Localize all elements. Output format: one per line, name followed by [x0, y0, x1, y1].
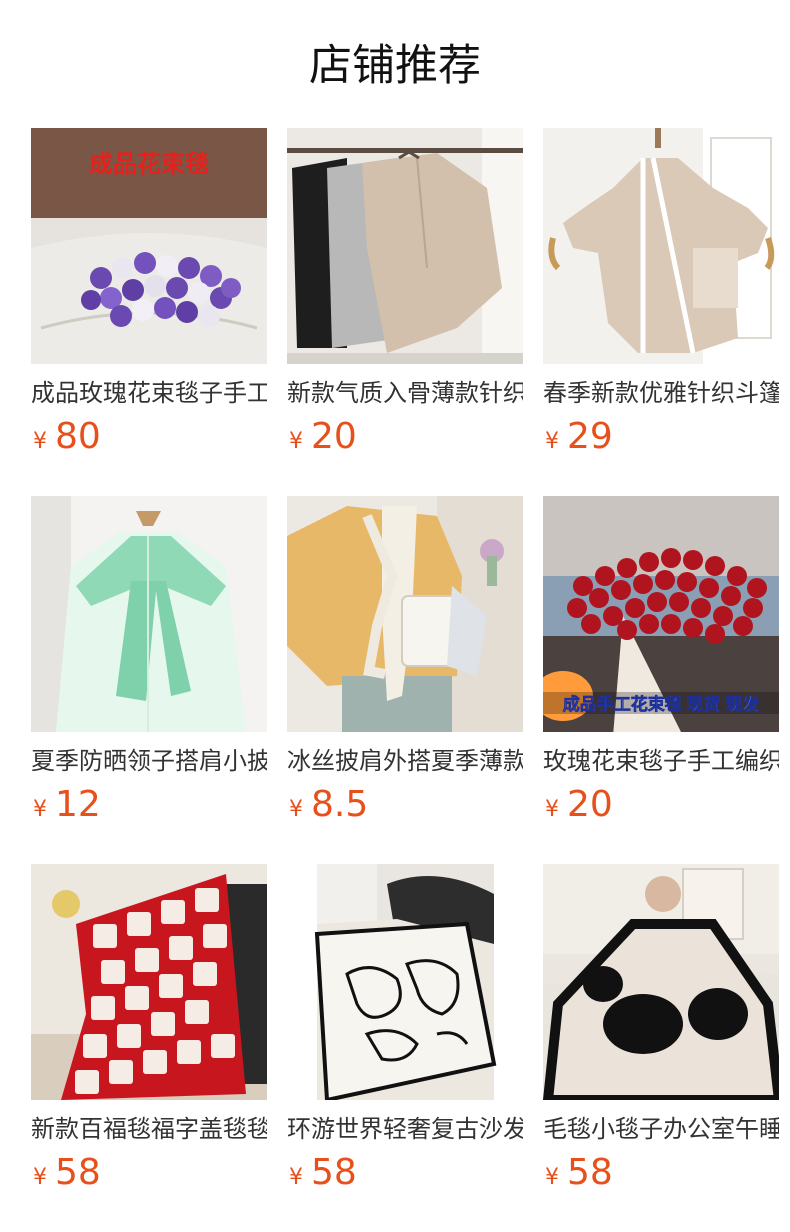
product-image[interactable] [543, 864, 779, 1100]
product-name[interactable]: 夏季防晒领子搭肩小披 [31, 744, 267, 778]
product-image-label: 成品手工花束毯 现货 现发 [563, 694, 760, 714]
product-price: ¥29 [545, 414, 613, 460]
product-image[interactable] [31, 496, 267, 732]
product-card[interactable]: 夏季防晒领子搭肩小披 ¥12 [31, 496, 267, 836]
product-card[interactable]: 新款气质入骨薄款针织 ¥20 [287, 128, 523, 468]
price-amount: 8.5 [311, 784, 369, 825]
product-name[interactable]: 冰丝披肩外搭夏季薄款 [287, 744, 523, 778]
product-card[interactable]: 毛毯小毯子办公室午睡 ¥58 [543, 864, 779, 1204]
currency-symbol: ¥ [545, 1165, 559, 1190]
product-card[interactable]: 冰丝披肩外搭夏季薄款 ¥8.5 [287, 496, 523, 836]
product-image[interactable] [287, 128, 523, 364]
price-amount: 20 [311, 416, 357, 457]
product-name[interactable]: 春季新款优雅针织斗篷 [543, 376, 779, 410]
product-name[interactable]: 玫瑰花束毯子手工编织 [543, 744, 779, 778]
product-image[interactable] [543, 128, 779, 364]
product-image[interactable] [287, 864, 523, 1100]
price-amount: 58 [311, 1152, 357, 1193]
currency-symbol: ¥ [33, 797, 47, 822]
currency-symbol: ¥ [289, 797, 303, 822]
section-title: 店铺推荐 [309, 41, 481, 91]
product-price: ¥58 [545, 1150, 613, 1196]
price-amount: 20 [567, 784, 613, 825]
product-card[interactable]: 新款百福毯福字盖毯毯 ¥58 [31, 864, 267, 1204]
product-price: ¥8.5 [289, 782, 368, 828]
product-price: ¥58 [33, 1150, 101, 1196]
product-name[interactable]: 新款百福毯福字盖毯毯 [31, 1112, 267, 1146]
product-name[interactable]: 成品玫瑰花束毯子手工 [31, 376, 267, 410]
product-price: ¥12 [33, 782, 101, 828]
product-card[interactable]: 环游世界轻奢复古沙发 ¥58 [287, 864, 523, 1204]
product-name[interactable]: 环游世界轻奢复古沙发 [287, 1112, 523, 1146]
price-amount: 80 [55, 416, 101, 457]
product-image[interactable] [31, 864, 267, 1100]
currency-symbol: ¥ [33, 429, 47, 454]
product-name[interactable]: 新款气质入骨薄款针织 [287, 376, 523, 410]
product-image-label: 成品花束毯 [89, 150, 209, 178]
product-price: ¥80 [33, 414, 101, 460]
currency-symbol: ¥ [33, 1165, 47, 1190]
currency-symbol: ¥ [289, 429, 303, 454]
price-amount: 12 [55, 784, 101, 825]
currency-symbol: ¥ [289, 1165, 303, 1190]
product-card[interactable]: 成品花束毯 成品玫瑰花束毯子手工 ¥80 [31, 128, 267, 468]
product-price: ¥20 [289, 414, 357, 460]
product-card[interactable]: 春季新款优雅针织斗篷 ¥29 [543, 128, 779, 468]
price-amount: 58 [55, 1152, 101, 1193]
product-card[interactable]: 成品手工花束毯 现货 现发 玫瑰花束毯子手工编织 ¥20 [543, 496, 779, 836]
product-image[interactable] [287, 496, 523, 732]
product-price: ¥20 [545, 782, 613, 828]
product-image[interactable]: 成品手工花束毯 现货 现发 [543, 496, 779, 732]
currency-symbol: ¥ [545, 797, 559, 822]
price-amount: 58 [567, 1152, 613, 1193]
product-image[interactable]: 成品花束毯 [31, 128, 267, 364]
product-price: ¥58 [289, 1150, 357, 1196]
currency-symbol: ¥ [545, 429, 559, 454]
price-amount: 29 [567, 416, 613, 457]
product-name[interactable]: 毛毯小毯子办公室午睡 [543, 1112, 779, 1146]
